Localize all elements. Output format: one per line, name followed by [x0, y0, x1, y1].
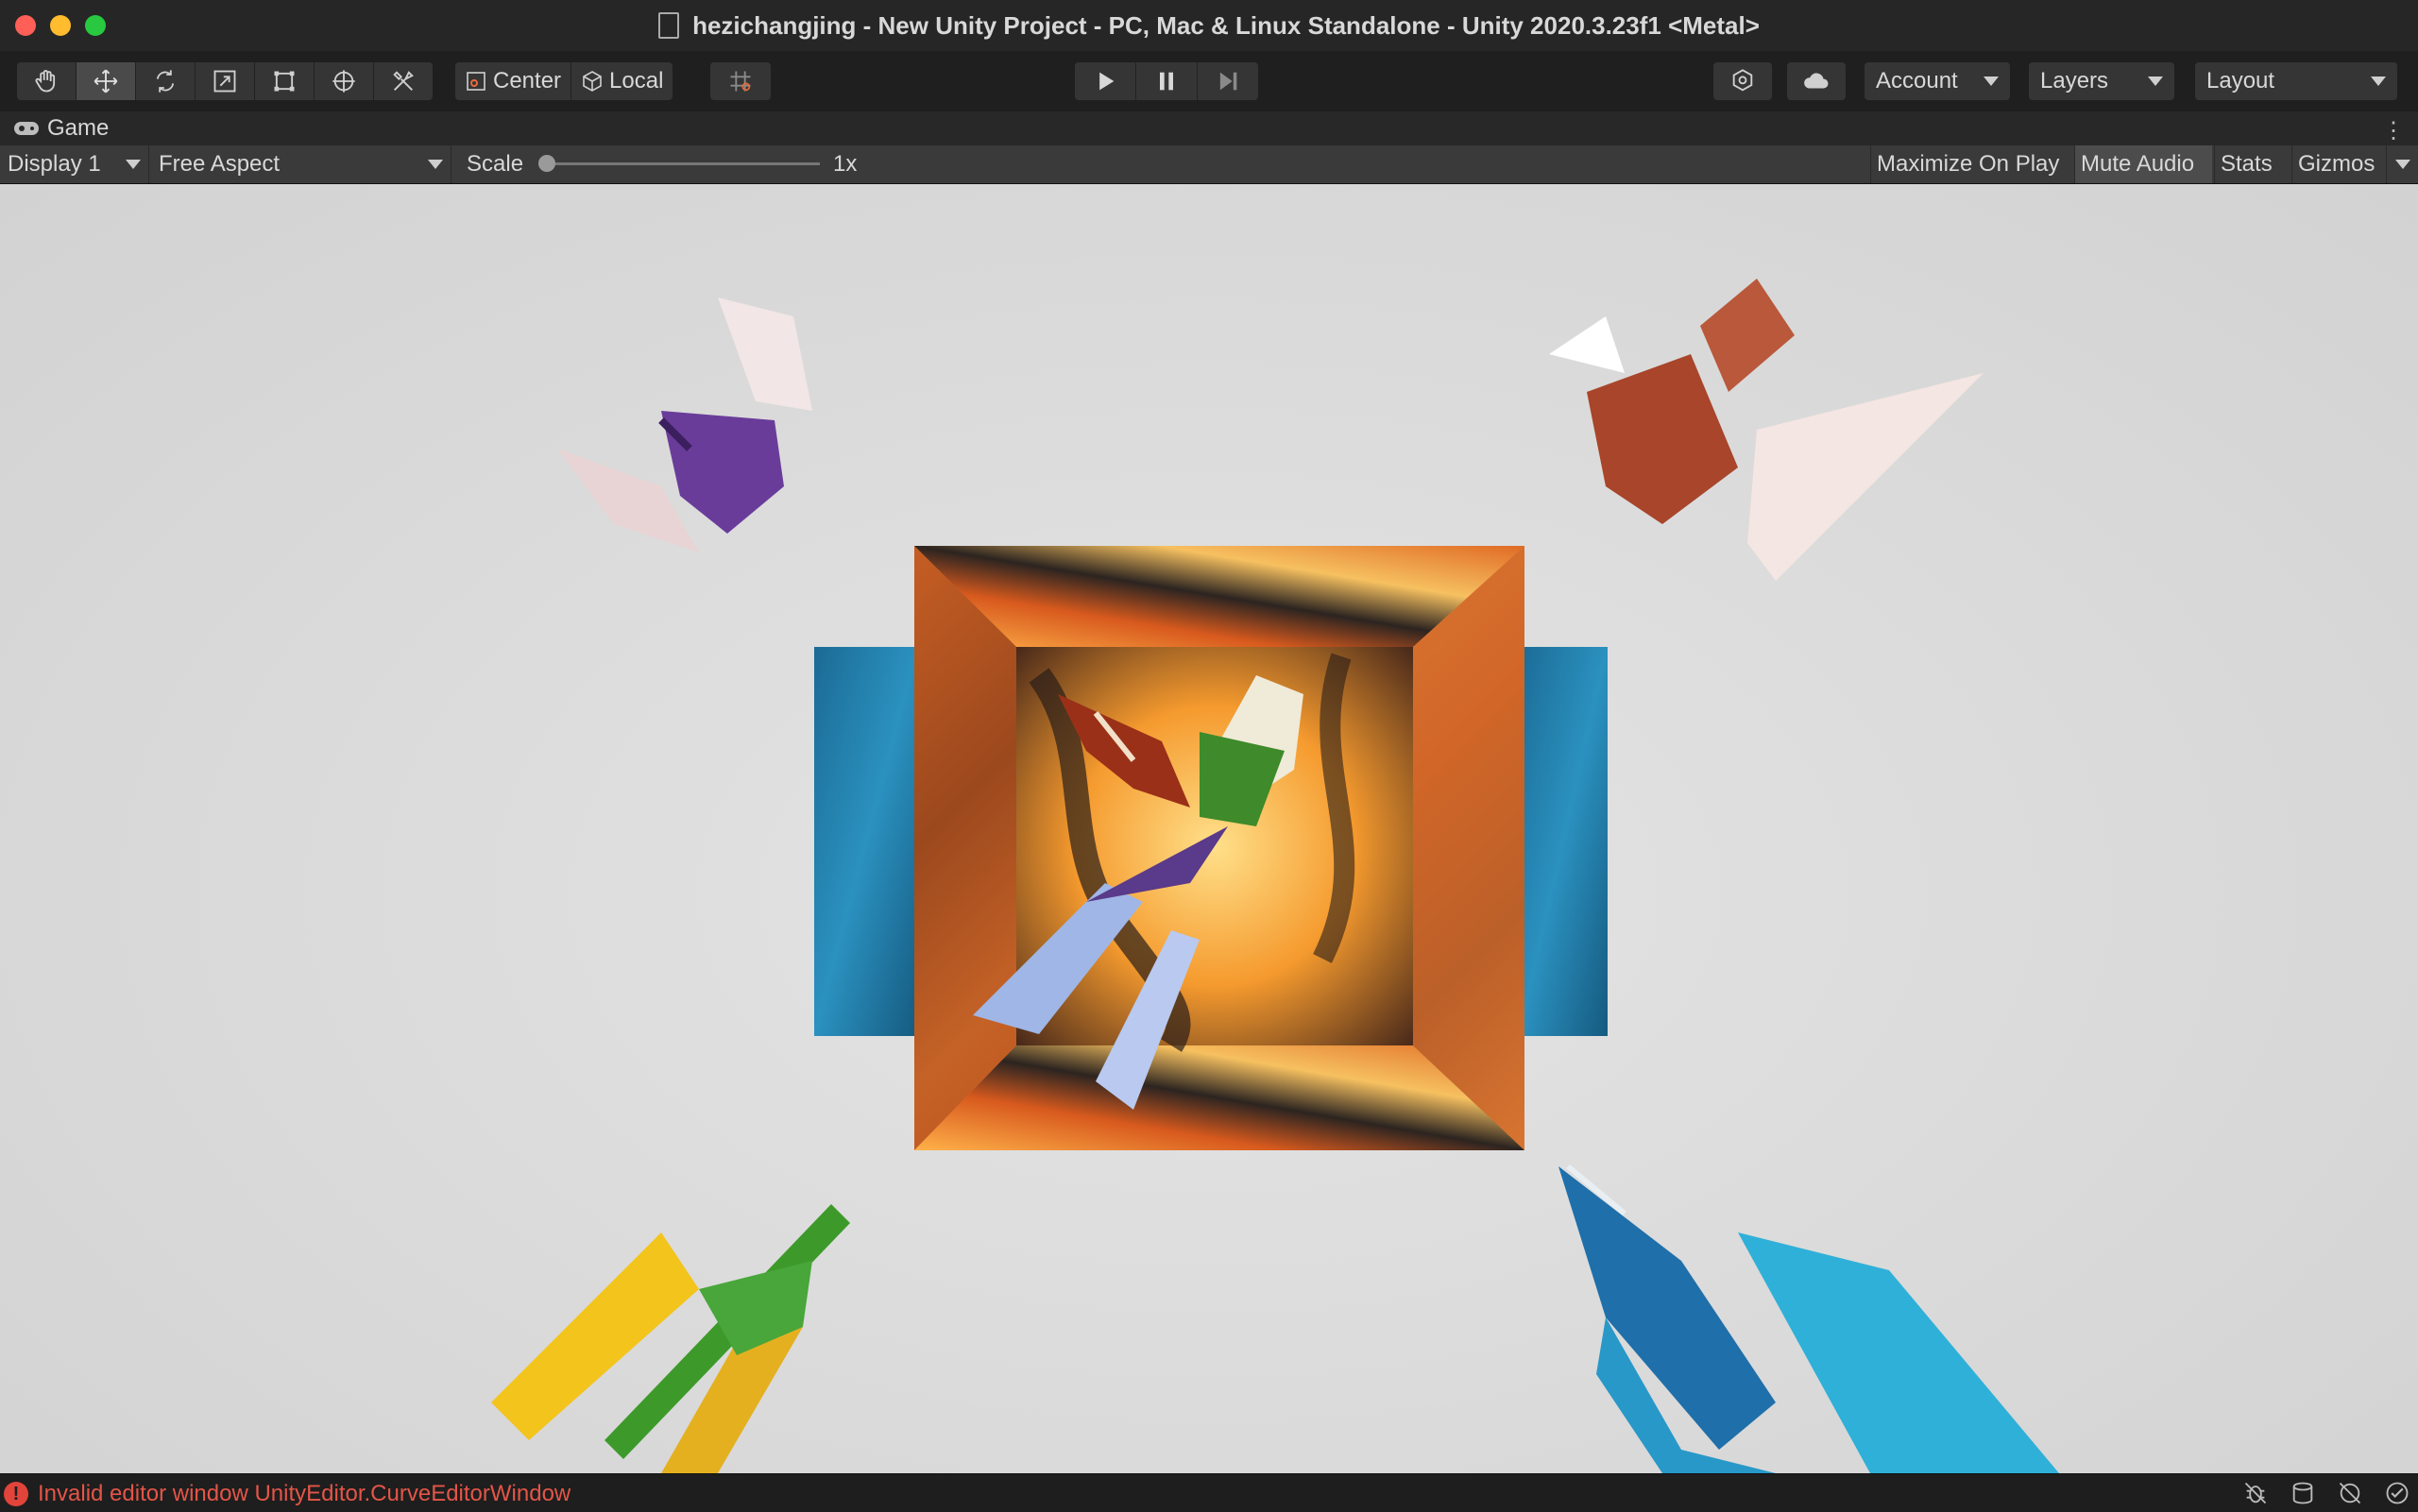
- main-toolbar: Center Local Account Layers Layout: [0, 51, 2418, 111]
- play-icon: [1099, 72, 1115, 91]
- chevron-down-icon: [2148, 76, 2163, 86]
- tab-game[interactable]: Game: [13, 115, 109, 142]
- custom-tool-button[interactable]: [374, 62, 433, 100]
- transform-tool-button[interactable]: [315, 62, 374, 100]
- minimize-window-button[interactable]: [50, 15, 71, 36]
- scale-icon: [213, 70, 236, 93]
- rect-transform-icon: [274, 71, 295, 92]
- chevron-down-icon: [428, 160, 443, 169]
- collab-icon: [1732, 69, 1753, 92]
- game-view[interactable]: [0, 184, 2418, 1473]
- chevron-down-icon: [1984, 76, 1999, 86]
- account-dropdown[interactable]: Account: [1865, 62, 2010, 100]
- water-cube-left: [814, 647, 918, 1036]
- scale-label: Scale: [467, 151, 524, 177]
- water-cube-right: [1519, 647, 1608, 1036]
- chevron-down-icon: [2371, 76, 2386, 86]
- gizmos-dropdown[interactable]: [2386, 145, 2418, 183]
- chevron-down-icon: [126, 160, 141, 169]
- network-icon[interactable]: [2337, 1480, 2363, 1506]
- move-tool-button[interactable]: [77, 62, 136, 100]
- transform-icon: [332, 70, 355, 93]
- collab-button[interactable]: [1713, 62, 1772, 100]
- scale-value: 1x: [833, 151, 858, 177]
- layers-label: Layers: [2040, 68, 2109, 93]
- scale-tool-button[interactable]: [196, 62, 255, 100]
- window-controls: [15, 15, 106, 36]
- hand-tool-button[interactable]: [17, 62, 77, 100]
- mute-audio-toggle[interactable]: Mute Audio: [2074, 145, 2212, 183]
- pivot-center-icon: [467, 72, 485, 91]
- chevron-down-icon: [2394, 160, 2410, 169]
- layout-dropdown[interactable]: Layout: [2195, 62, 2397, 100]
- scale-slider-track[interactable]: [546, 162, 820, 165]
- play-controls: [1075, 62, 1258, 100]
- maximize-on-play-toggle[interactable]: Maximize On Play: [1870, 145, 2072, 183]
- gamepad-icon: [14, 122, 39, 135]
- tab-game-label: Game: [47, 115, 110, 141]
- grid-snap-button[interactable]: [710, 62, 771, 100]
- hand-icon: [35, 70, 56, 93]
- display-dropdown[interactable]: Display 1: [0, 145, 149, 183]
- title-bar: hezichangjing - New Unity Project - PC, …: [0, 0, 2418, 52]
- dragon-purple: [557, 297, 812, 552]
- scale-slider-handle[interactable]: [538, 155, 555, 172]
- layout-label: Layout: [2206, 68, 2275, 93]
- unity-document-icon: [658, 12, 680, 39]
- game-view-controls: Display 1 Free Aspect Scale 1x Maximize …: [0, 145, 2418, 184]
- pause-icon: [1160, 72, 1173, 91]
- grid-snap-icon: [730, 71, 751, 92]
- cube-icon: [583, 71, 602, 92]
- pivot-center-toggle[interactable]: Center: [455, 62, 572, 100]
- pivot-local-toggle[interactable]: Local: [571, 62, 673, 100]
- rotate-icon: [156, 70, 175, 93]
- aspect-label: Free Aspect: [159, 151, 281, 177]
- status-bar: ! Invalid editor window UnityEditor.Curv…: [0, 1473, 2418, 1512]
- close-window-button[interactable]: [15, 15, 36, 36]
- dragon-red: [1549, 279, 1984, 581]
- console-error-message[interactable]: Invalid editor window UnityEditor.CurveE…: [38, 1481, 570, 1507]
- maximize-window-button[interactable]: [85, 15, 106, 36]
- error-icon: !: [4, 1482, 28, 1506]
- tools-icon: [393, 71, 414, 91]
- move-icon: [94, 69, 118, 93]
- status-icons: [2242, 1480, 2410, 1506]
- pivot-center-label: Center: [493, 68, 562, 93]
- check-icon[interactable]: [2384, 1480, 2410, 1506]
- step-icon: [1219, 72, 1237, 91]
- account-label: Account: [1876, 68, 1958, 93]
- cloud-icon: [1804, 73, 1829, 89]
- pivot-local-label: Local: [609, 68, 664, 93]
- step-button[interactable]: [1198, 62, 1258, 100]
- window-title: hezichangjing - New Unity Project - PC, …: [692, 10, 1760, 40]
- dragon-blue: [1558, 1164, 2059, 1473]
- pivot-toggles: Center Local: [455, 62, 673, 100]
- dragon-yellow: [491, 1204, 850, 1473]
- cache-server-icon[interactable]: [2290, 1480, 2316, 1506]
- stats-toggle[interactable]: Stats: [2214, 145, 2290, 183]
- aspect-dropdown[interactable]: Free Aspect: [151, 145, 451, 183]
- pause-button[interactable]: [1136, 62, 1198, 100]
- scene-render: [491, 279, 2059, 1473]
- play-button[interactable]: [1075, 62, 1136, 100]
- tab-bar: Game ⋮: [0, 111, 2418, 145]
- cloud-button[interactable]: [1787, 62, 1846, 100]
- transform-tools: [17, 62, 433, 100]
- display-label: Display 1: [8, 151, 101, 177]
- gizmos-toggle[interactable]: Gizmos: [2291, 145, 2386, 183]
- layers-dropdown[interactable]: Layers: [2029, 62, 2174, 100]
- debug-icon[interactable]: [2242, 1480, 2269, 1506]
- rotate-tool-button[interactable]: [136, 62, 196, 100]
- rect-tool-button[interactable]: [255, 62, 315, 100]
- snap-group: [710, 62, 771, 100]
- more-options-icon[interactable]: ⋮: [2382, 117, 2405, 144]
